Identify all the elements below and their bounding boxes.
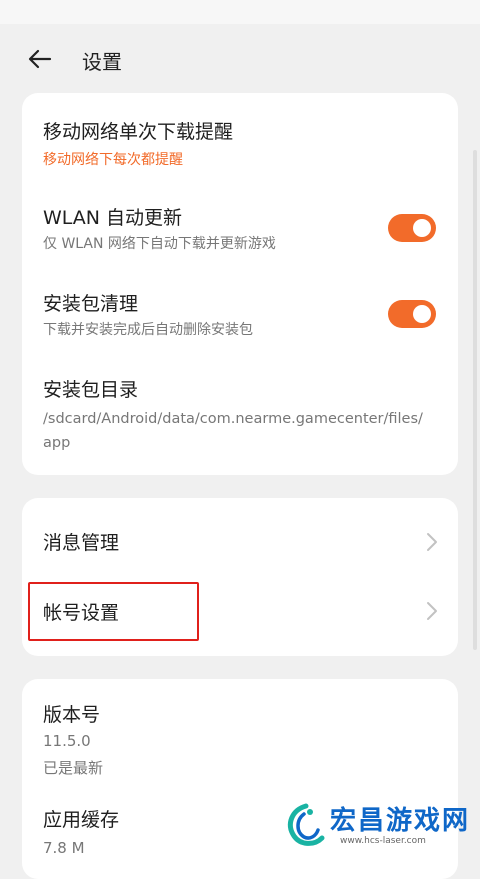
toggle-knob [413, 305, 431, 323]
app-cache-title: 应用缓存 [43, 809, 120, 831]
package-cleanup-toggle[interactable] [388, 300, 436, 328]
wlan-auto-update-title: WLAN 自动更新 [43, 207, 183, 229]
version-title: 版本号 [43, 704, 101, 726]
watermark-url: www.hcs-laser.com [340, 836, 426, 846]
message-management-title: 消息管理 [43, 532, 120, 554]
account-settings-title: 帐号设置 [43, 602, 120, 624]
scrollbar[interactable] [473, 150, 477, 650]
wlan-auto-update-toggle[interactable] [388, 214, 436, 242]
header: 设置 [0, 24, 480, 94]
version-number: 11.5.0 [43, 732, 91, 750]
account-settings-card: 消息管理 帐号设置 [22, 498, 458, 656]
package-cleanup-subtitle: 下载并安装完成后自动删除安装包 [43, 322, 253, 338]
dragon-logo-icon [288, 803, 325, 846]
account-settings-row[interactable]: 帐号设置 [22, 577, 458, 656]
watermark-text: 宏昌游戏网 [330, 806, 471, 836]
download-settings-card: 移动网络单次下载提醒 移动网络下每次都提醒 WLAN 自动更新 仅 WLAN 网… [22, 93, 458, 475]
package-directory-path-line1: /sdcard/Android/data/com.nearme.gamecent… [43, 411, 423, 427]
package-directory-row[interactable]: 安装包目录 /sdcard/Android/data/com.nearme.ga… [22, 351, 458, 475]
mobile-download-reminder-row[interactable]: 移动网络单次下载提醒 移动网络下每次都提醒 [22, 93, 458, 179]
package-directory-title: 安装包目录 [43, 379, 139, 401]
chevron-right-icon [427, 533, 437, 551]
message-management-row[interactable]: 消息管理 [22, 498, 458, 577]
chevron-right-icon [427, 602, 437, 620]
wlan-auto-update-subtitle: 仅 WLAN 网络下自动下载并更新游戏 [43, 236, 276, 252]
mobile-download-reminder-value: 移动网络下每次都提醒 [43, 152, 183, 168]
status-bar [0, 0, 480, 24]
package-cleanup-row: 安装包清理 下载并安装完成后自动删除安装包 [22, 265, 458, 351]
arrow-left-icon [28, 49, 52, 69]
package-directory-path-line2: app [43, 435, 71, 451]
page-title: 设置 [82, 50, 122, 74]
watermark: 宏昌游戏网 www.hcs-laser.com [282, 798, 480, 852]
mobile-download-reminder-title: 移动网络单次下载提醒 [43, 121, 234, 143]
toggle-knob [413, 219, 431, 237]
wlan-auto-update-row: WLAN 自动更新 仅 WLAN 网络下自动下载并更新游戏 [22, 179, 458, 265]
version-row[interactable]: 版本号 11.5.0 已是最新 [22, 679, 458, 791]
back-button[interactable] [22, 44, 58, 74]
version-status: 已是最新 [43, 759, 104, 777]
package-cleanup-title: 安装包清理 [43, 293, 139, 315]
app-cache-size: 7.8 M [43, 839, 85, 857]
